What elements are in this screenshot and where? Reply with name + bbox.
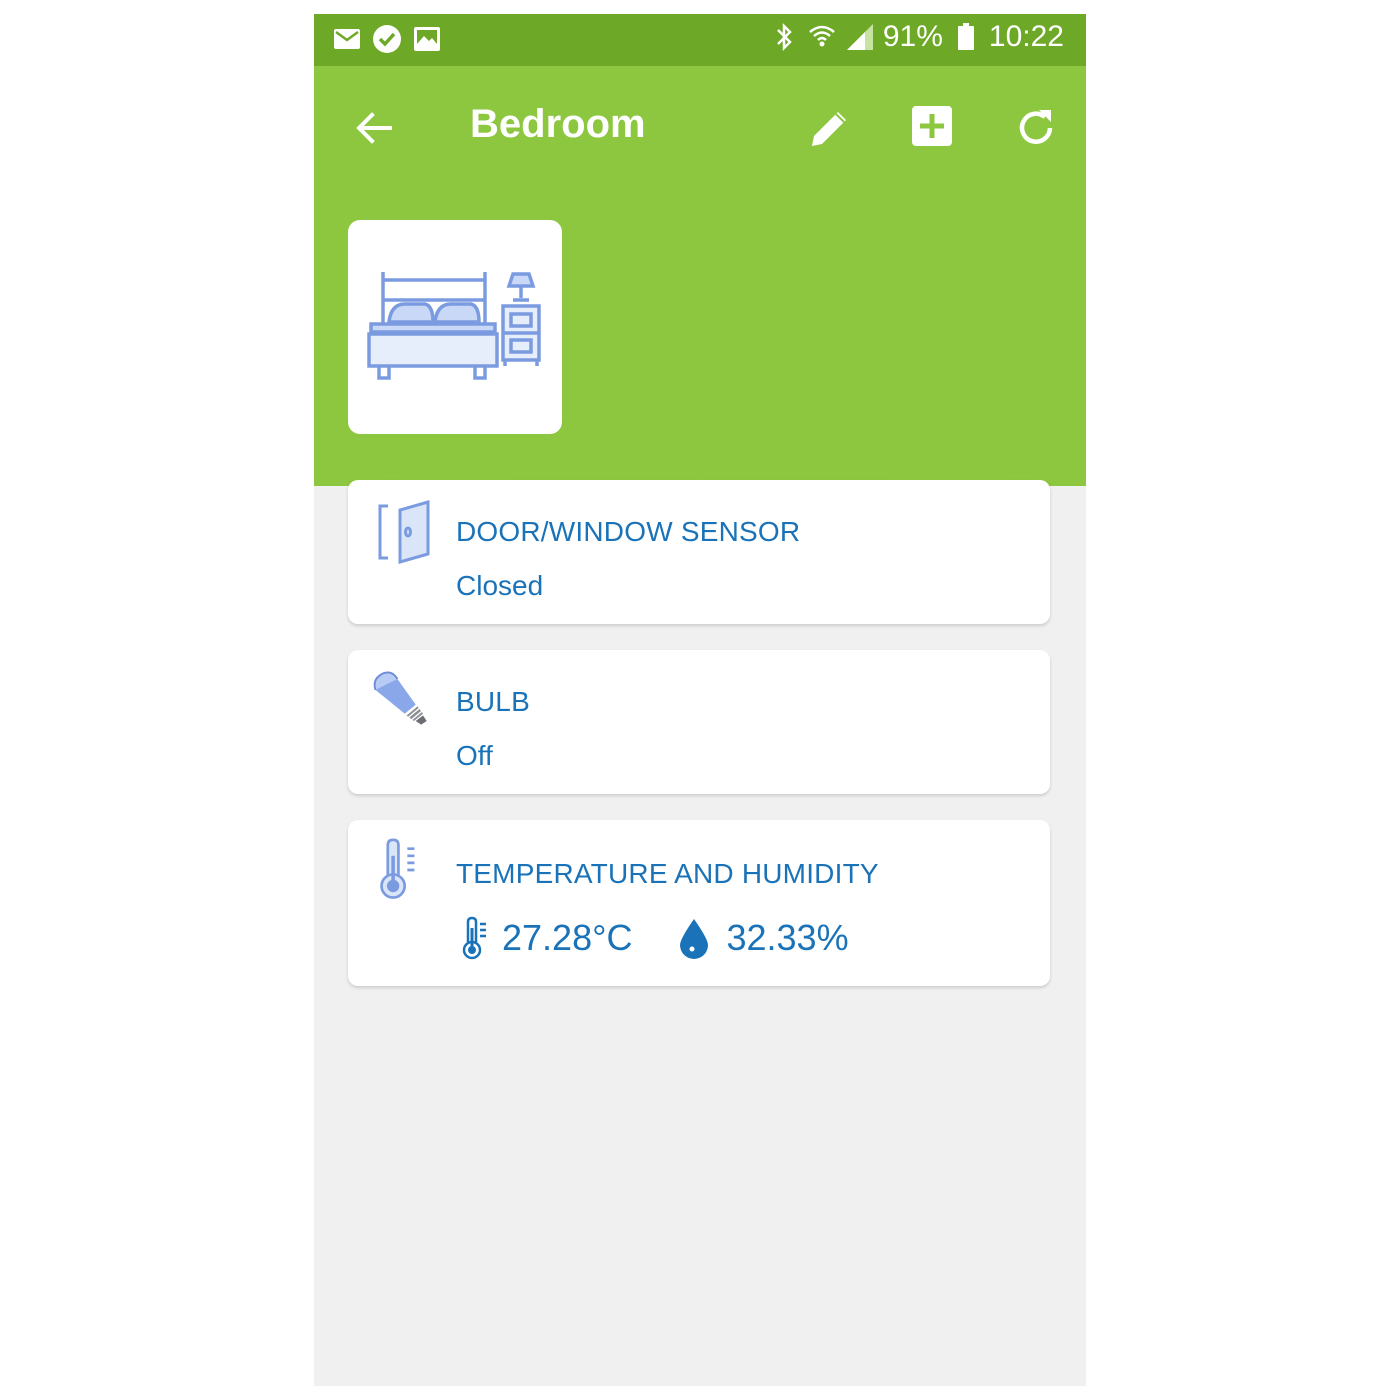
check-circle-icon	[372, 24, 402, 54]
edit-button[interactable]	[806, 104, 854, 152]
back-button[interactable]	[352, 106, 396, 150]
arrow-left-icon	[356, 112, 392, 144]
humidity-drop-icon	[680, 919, 709, 959]
phone-screen: 91% 10:22 Bedroom DOOR/WINDOW SENSOR Clo…	[314, 14, 1086, 1386]
wifi-icon	[807, 22, 837, 52]
add-icon	[912, 106, 952, 146]
device-title: TEMPERATURE AND HUMIDITY	[456, 858, 879, 889]
refresh-icon	[1019, 110, 1053, 144]
device-title: DOOR/WINDOW SENSOR	[456, 516, 801, 547]
signal-icon	[845, 22, 875, 52]
temperature-value: 27.28°C	[502, 917, 633, 958]
bulb-icon	[373, 671, 427, 725]
temperature-humidity-readings: 27.28°C 32.33%	[460, 916, 849, 960]
device-card-bulb[interactable]: BULB Off	[348, 650, 1050, 794]
refresh-button[interactable]	[1012, 104, 1060, 152]
temperature-icon	[462, 916, 486, 960]
device-status: Closed	[456, 570, 544, 601]
page-title: Bedroom	[470, 102, 646, 146]
battery-icon	[951, 22, 981, 52]
device-card-door-window-sensor[interactable]: DOOR/WINDOW SENSOR Closed	[348, 480, 1050, 624]
device-card-temperature-humidity[interactable]: TEMPERATURE AND HUMIDITY 27.28°C 32.33%	[348, 820, 1050, 986]
humidity-value: 32.33%	[726, 917, 849, 958]
bluetooth-icon	[769, 22, 799, 52]
room-header: Bedroom	[314, 66, 1086, 486]
device-status: Off	[456, 740, 493, 771]
door-icon	[378, 500, 430, 564]
room-image[interactable]	[348, 220, 562, 434]
bedroom-icon	[367, 272, 541, 380]
clock: 10:22	[988, 20, 1064, 53]
add-button[interactable]	[910, 104, 954, 148]
image-icon	[412, 24, 442, 54]
status-bar: 91% 10:22	[314, 14, 1086, 66]
device-title: BULB	[456, 686, 530, 717]
mail-icon	[332, 24, 362, 54]
thermometer-icon	[380, 838, 415, 899]
battery-percent: 91%	[882, 20, 943, 53]
edit-icon	[812, 112, 846, 146]
